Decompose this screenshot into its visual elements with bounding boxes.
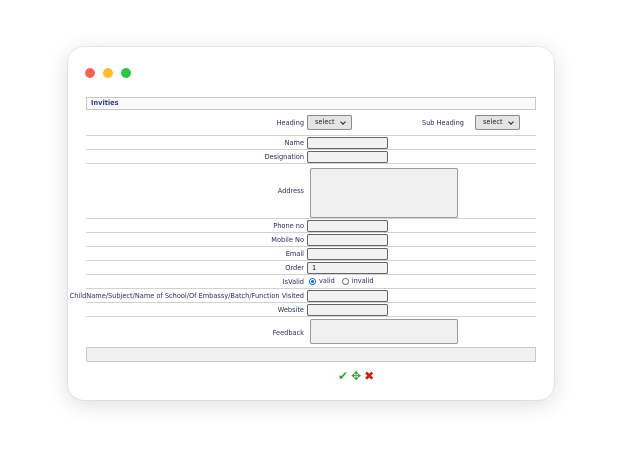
chevron-down-icon	[507, 118, 514, 125]
feedback-textarea[interactable]	[310, 319, 458, 344]
phone-input[interactable]	[307, 220, 388, 232]
designation-label: Designation	[264, 153, 304, 161]
isvalid-label: IsValid	[282, 278, 304, 286]
close-window-dot[interactable]	[85, 68, 95, 78]
feedback-label: Feedback	[272, 329, 304, 337]
sub-heading-select[interactable]: select	[475, 115, 520, 130]
heading-row: Heading select Sub Heading select	[86, 110, 536, 136]
email-input[interactable]	[307, 248, 388, 260]
child-row: ChildName/Subject/Name of School/Of Emba…	[70, 289, 536, 303]
form-footer-bar	[86, 347, 536, 362]
save-icon[interactable]: ✔	[338, 370, 348, 383]
email-label: Email	[285, 250, 304, 258]
cancel-icon[interactable]: ✖	[364, 370, 374, 383]
website-input[interactable]	[307, 304, 388, 316]
order-input[interactable]: 1	[307, 262, 388, 274]
heading-label: Heading	[276, 119, 304, 127]
heading-select-value: select	[315, 118, 335, 126]
child-input[interactable]	[307, 290, 388, 302]
form-title: Invities	[86, 97, 536, 110]
name-row: Name	[86, 136, 536, 150]
reset-icon[interactable]: ✥	[351, 370, 361, 383]
invities-form: Invities Heading select Sub Heading sele…	[70, 97, 536, 383]
mobile-row: Mobile No	[86, 233, 536, 247]
order-label: Order	[285, 264, 304, 272]
invalid-radio[interactable]	[341, 277, 349, 285]
sub-heading-label: Sub Heading	[421, 119, 464, 127]
name-label: Name	[284, 139, 304, 147]
designation-row: Designation	[86, 150, 536, 164]
mobile-input[interactable]	[307, 234, 388, 246]
email-row: Email	[86, 247, 536, 261]
phone-label: Phone no	[273, 222, 304, 230]
sub-heading-select-value: select	[483, 118, 503, 126]
maximize-window-dot[interactable]	[121, 68, 131, 78]
address-row: Address	[86, 164, 536, 219]
phone-row: Phone no	[86, 219, 536, 233]
invalid-radio-label: invalid	[351, 277, 374, 285]
website-row: Website	[86, 303, 536, 317]
feedback-row: Feedback	[86, 317, 536, 347]
minimize-window-dot[interactable]	[103, 68, 113, 78]
isvalid-row: IsValid valid invalid	[86, 275, 536, 289]
valid-radio[interactable]	[309, 277, 316, 285]
isvalid-radio-group: valid invalid	[309, 277, 374, 285]
app-window: Invities Heading select Sub Heading sele…	[68, 47, 554, 400]
heading-select[interactable]: select	[307, 115, 352, 130]
order-row: Order 1	[86, 261, 536, 275]
valid-radio-label: valid	[319, 277, 335, 285]
form-actions: ✔ ✥ ✖	[338, 370, 374, 383]
address-label: Address	[277, 187, 304, 195]
chevron-down-icon	[339, 118, 346, 125]
website-label: Website	[277, 306, 304, 314]
designation-input[interactable]	[307, 151, 388, 163]
address-textarea[interactable]	[310, 168, 458, 218]
name-input[interactable]	[307, 137, 388, 149]
mobile-label: Mobile No	[271, 236, 304, 244]
child-label: ChildName/Subject/Name of School/Of Emba…	[69, 292, 304, 300]
